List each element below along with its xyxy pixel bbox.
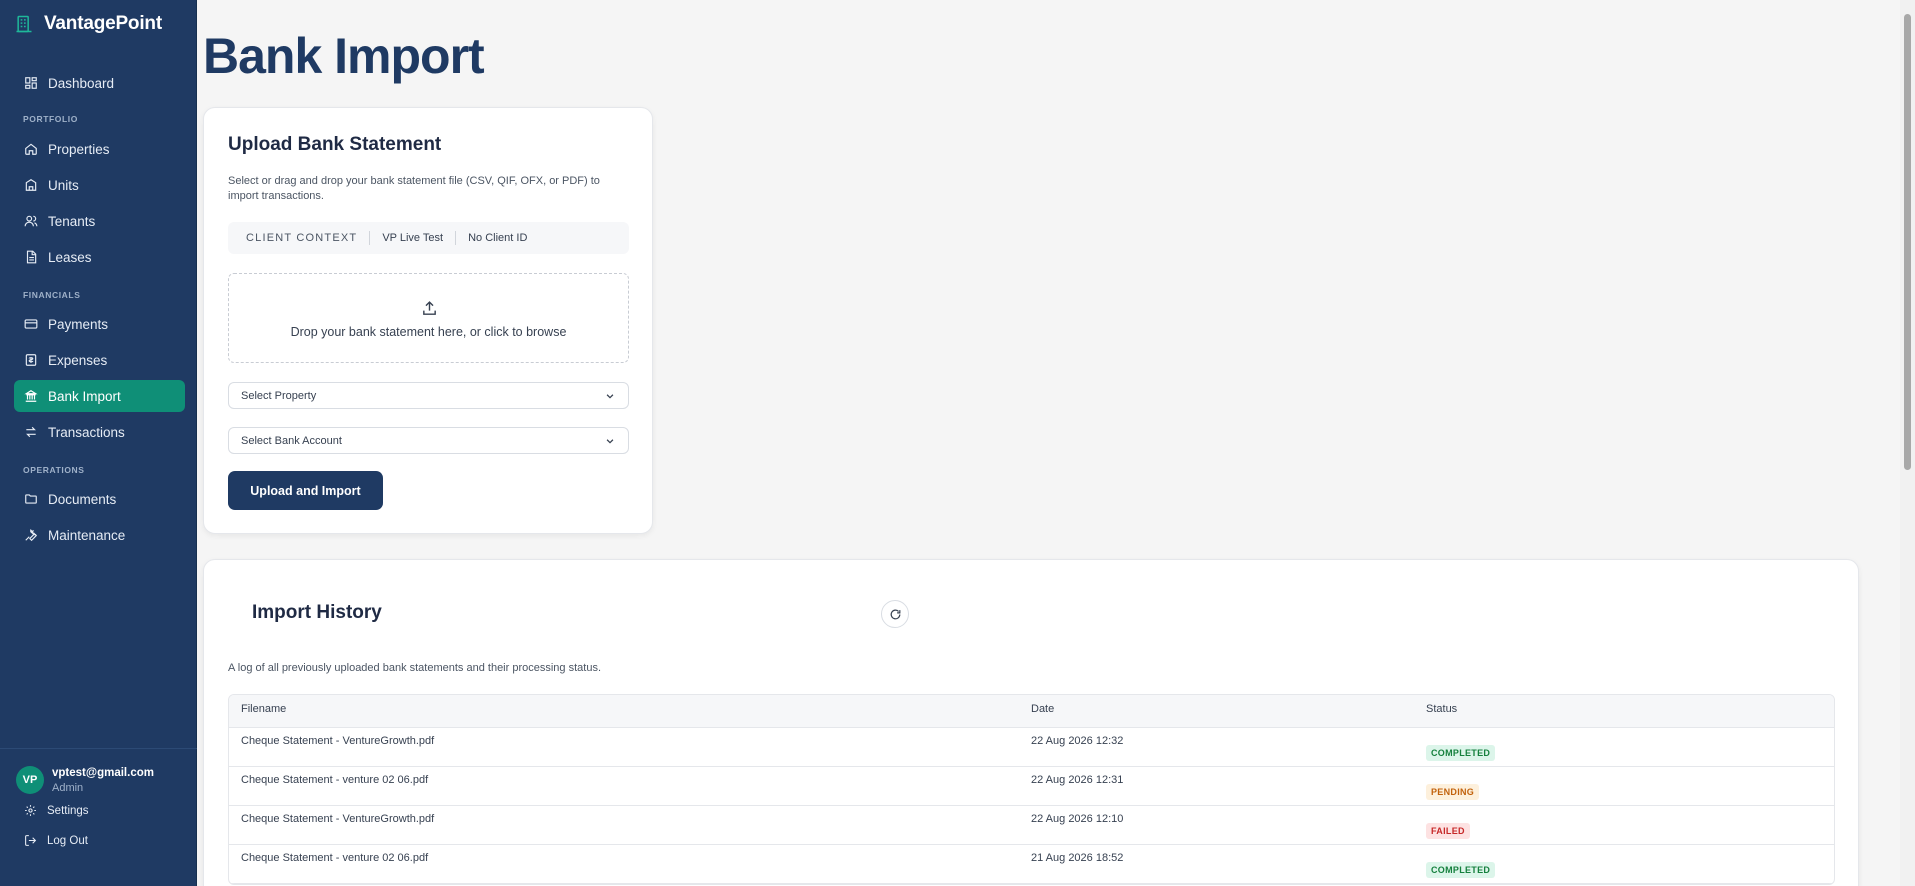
upload-icon [423, 301, 436, 315]
upload-card: Upload Bank Statement Select or drag and… [203, 107, 653, 534]
refresh-button[interactable] [881, 600, 909, 628]
nav-documents-label: Documents [48, 491, 117, 507]
nav-leases-label: Leases [48, 249, 92, 265]
table-row[interactable]: Cheque Statement - VentureGrowth.pdf 22 … [229, 728, 1834, 767]
logout-label: Log Out [47, 834, 88, 847]
section-operations: OPERATIONS [23, 465, 85, 475]
table-header: Filename Date Status [229, 695, 1834, 728]
nav-transactions[interactable]: Transactions [14, 416, 185, 448]
row-filename: Cheque Statement - venture 02 06.pdf [241, 852, 429, 864]
column-date: Date [1031, 703, 1055, 715]
nav-bank-import-label: Bank Import [48, 388, 121, 404]
folder-icon [25, 494, 37, 504]
table-row[interactable]: Cheque Statement - venture 02 06.pdf 21 … [229, 845, 1834, 884]
document-icon [26, 250, 37, 264]
history-title: Import History [252, 602, 382, 623]
chevron-down-icon [606, 394, 614, 399]
brand[interactable]: VantagePoint [14, 12, 162, 36]
status-badge: COMPLETED [1426, 862, 1496, 878]
nav-expenses[interactable]: Expenses [14, 344, 185, 376]
client-context-bar: CLIENT CONTEXT VP Live Test No Client ID [228, 222, 629, 254]
nav-properties[interactable]: Properties [14, 133, 185, 165]
table-row[interactable]: Cheque Statement - venture 02 06.pdf 22 … [229, 767, 1834, 806]
settings-link[interactable]: Settings [24, 804, 89, 817]
avatar: VP [16, 766, 44, 794]
nav-transactions-label: Transactions [48, 424, 125, 440]
nav-bank-import[interactable]: Bank Import [14, 380, 185, 412]
history-description: A log of all previously uploaded bank st… [228, 662, 602, 674]
nav-payments-label: Payments [48, 316, 109, 332]
brand-name: VantagePoint [44, 13, 162, 34]
nav-units[interactable]: Units [14, 169, 185, 201]
nav-maintenance-label: Maintenance [48, 527, 126, 543]
upload-import-button[interactable]: Upload and Import [228, 471, 383, 510]
row-filename: Cheque Statement - VentureGrowth.pdf [241, 813, 435, 825]
logout-link[interactable]: Log Out [24, 834, 88, 847]
row-date: 22 Aug 2026 12:31 [1031, 774, 1124, 786]
home-icon [25, 143, 37, 155]
refresh-icon [890, 609, 900, 619]
nav-dashboard-label: Dashboard [48, 75, 115, 91]
row-date: 22 Aug 2026 12:10 [1031, 813, 1124, 825]
section-portfolio: PORTFOLIO [23, 114, 78, 124]
client-name: VP Live Test [382, 232, 444, 244]
logout-icon [25, 835, 37, 846]
nav-documents[interactable]: Documents [14, 483, 185, 515]
nav-payments[interactable]: Payments [14, 308, 185, 340]
dashboard-icon [25, 77, 37, 89]
table-row[interactable]: Cheque Statement - VentureGrowth.pdf 22 … [229, 806, 1834, 845]
building-icon [25, 179, 37, 191]
bank-icon [24, 390, 38, 402]
upload-description: Select or drag and drop your bank statem… [228, 175, 600, 202]
wrench-icon [25, 529, 38, 542]
column-status: Status [1426, 703, 1458, 715]
receipt-icon [25, 354, 37, 366]
row-filename: Cheque Statement - venture 02 06.pdf [241, 774, 429, 786]
user-profile[interactable]: VP vptest@gmail.com Admin [16, 766, 154, 794]
context-divider [369, 231, 371, 245]
property-select[interactable]: Select Property [228, 382, 629, 409]
page-title: Bank Import [203, 28, 485, 84]
nav-expenses-label: Expenses [48, 352, 108, 368]
user-role: Admin [52, 781, 84, 794]
status-badge: PENDING [1426, 784, 1480, 800]
client-id: No Client ID [468, 232, 528, 244]
bank-account-select-value: Select Bank Account [241, 434, 342, 447]
user-email: vptest@gmail.com [52, 766, 154, 779]
page-scrollbar[interactable] [1900, 0, 1915, 886]
settings-label: Settings [47, 804, 89, 817]
client-context-label: CLIENT CONTEXT [246, 232, 358, 244]
sidebar-divider [0, 748, 197, 749]
nav-units-label: Units [48, 177, 79, 193]
nav-tenants-label: Tenants [48, 213, 96, 229]
dropzone-text: Drop your bank statement here, or click … [290, 325, 567, 339]
section-financials: FINANCIALS [23, 290, 81, 300]
nav-dashboard[interactable]: Dashboard [14, 67, 185, 99]
status-badge: COMPLETED [1426, 745, 1496, 761]
upload-card-title: Upload Bank Statement [228, 134, 442, 155]
credit-card-icon [24, 319, 38, 329]
users-icon [24, 215, 38, 227]
row-filename: Cheque Statement - VentureGrowth.pdf [241, 735, 435, 747]
nav-properties-label: Properties [48, 141, 110, 157]
import-history-card: Import History A log of all previously u… [203, 559, 1859, 886]
nav-leases[interactable]: Leases [14, 241, 185, 273]
nav-maintenance[interactable]: Maintenance [14, 519, 185, 551]
context-divider [455, 231, 457, 245]
bank-account-select[interactable]: Select Bank Account [228, 427, 629, 454]
row-date: 22 Aug 2026 12:32 [1031, 735, 1124, 747]
file-dropzone[interactable]: Drop your bank statement here, or click … [228, 273, 629, 363]
import-history-table: Filename Date Status Cheque Statement - … [228, 694, 1835, 885]
swap-icon [26, 426, 36, 438]
property-select-value: Select Property [241, 389, 317, 402]
column-filename: Filename [241, 703, 287, 715]
chevron-down-icon [606, 439, 614, 444]
status-badge: FAILED [1426, 823, 1470, 839]
sidebar: VantagePoint Dashboard PORTFOLIO Propert… [0, 0, 197, 886]
row-date: 21 Aug 2026 18:52 [1031, 852, 1124, 864]
gear-icon [25, 805, 36, 816]
scrollbar-thumb[interactable] [1904, 14, 1911, 470]
building-logo-icon [16, 15, 32, 33]
nav-tenants[interactable]: Tenants [14, 205, 185, 237]
